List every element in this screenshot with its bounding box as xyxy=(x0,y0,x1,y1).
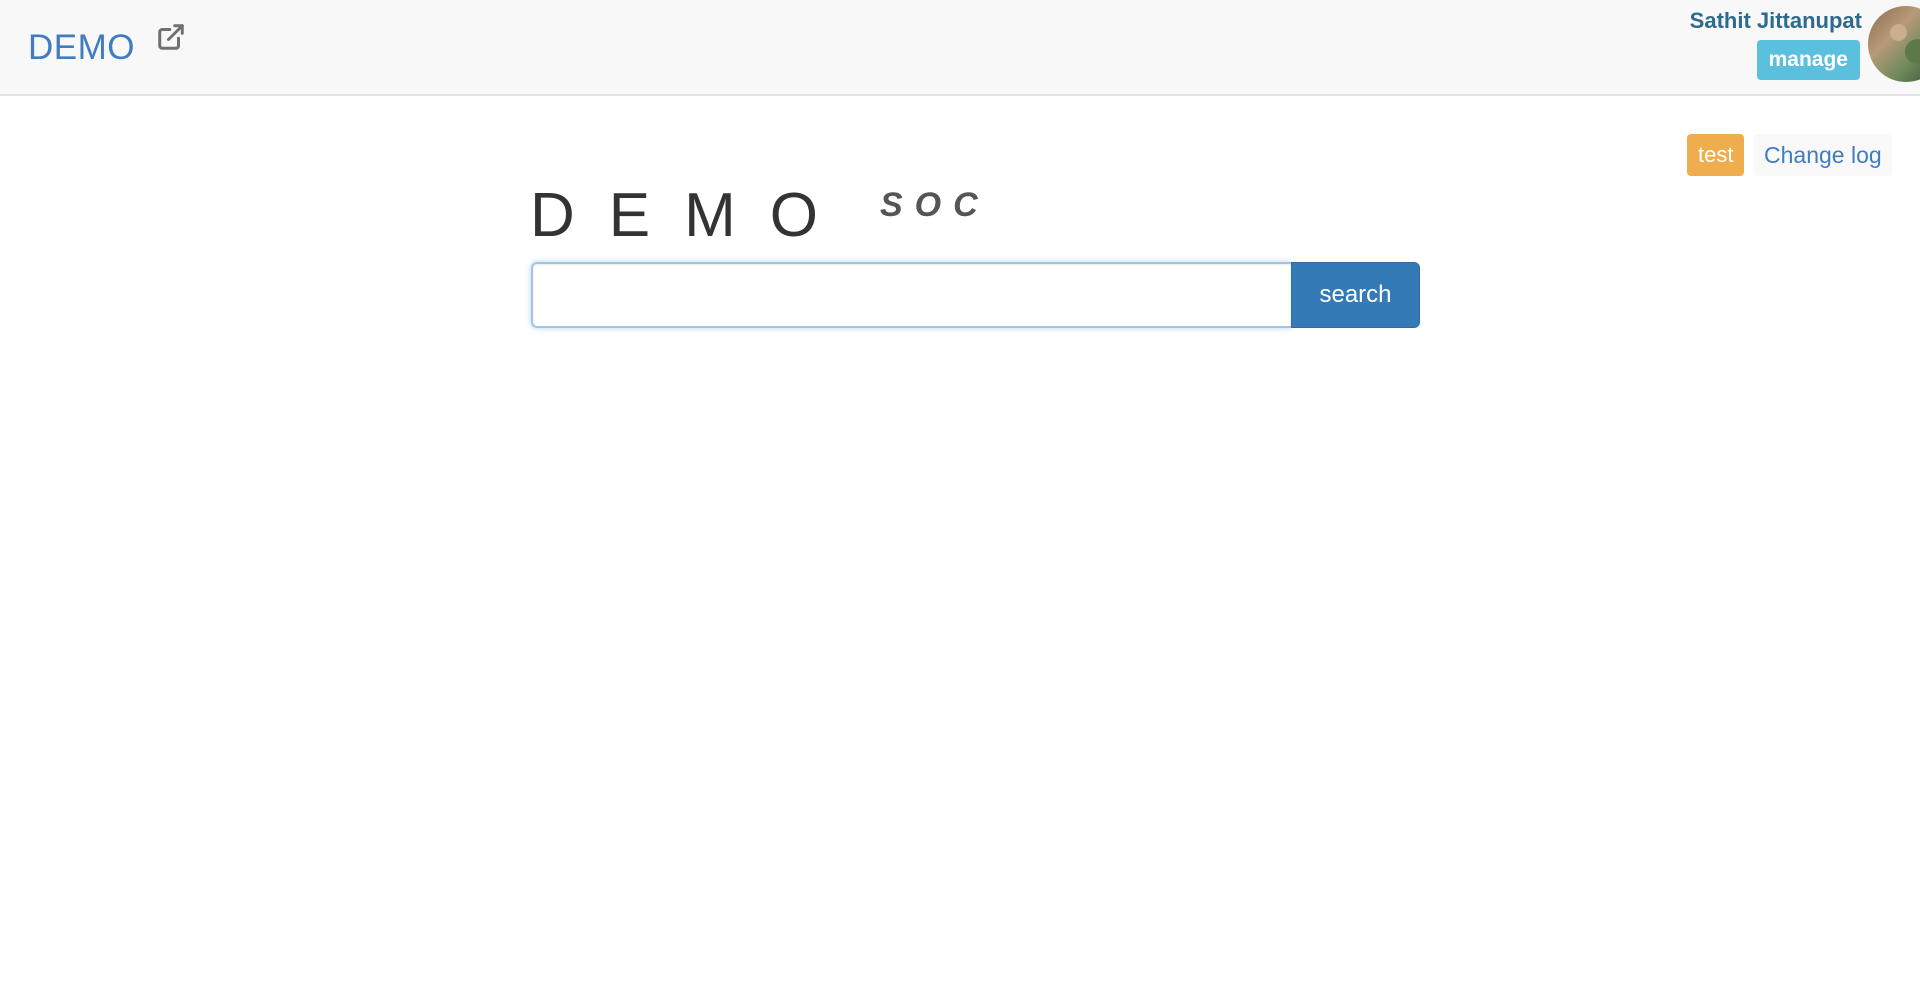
avatar[interactable] xyxy=(1868,6,1920,82)
manage-button[interactable]: manage xyxy=(1756,40,1860,80)
brand-link[interactable]: DEMO xyxy=(28,28,135,68)
logo-title: DEMO xyxy=(530,181,852,250)
user-name[interactable]: Sathit Jittanupat xyxy=(1690,8,1862,34)
search-form: search xyxy=(531,262,1420,328)
search-input[interactable] xyxy=(531,262,1291,328)
site-logo: DEMO SOC xyxy=(530,180,978,251)
external-link-icon[interactable] xyxy=(156,22,186,52)
test-badge[interactable]: test xyxy=(1687,134,1745,176)
top-navbar: DEMO Sathit Jittanupat manage xyxy=(0,0,1920,96)
search-button[interactable]: search xyxy=(1291,262,1420,328)
logo-subtitle: SOC xyxy=(880,186,990,224)
changelog-link[interactable]: Change log xyxy=(1754,134,1892,176)
